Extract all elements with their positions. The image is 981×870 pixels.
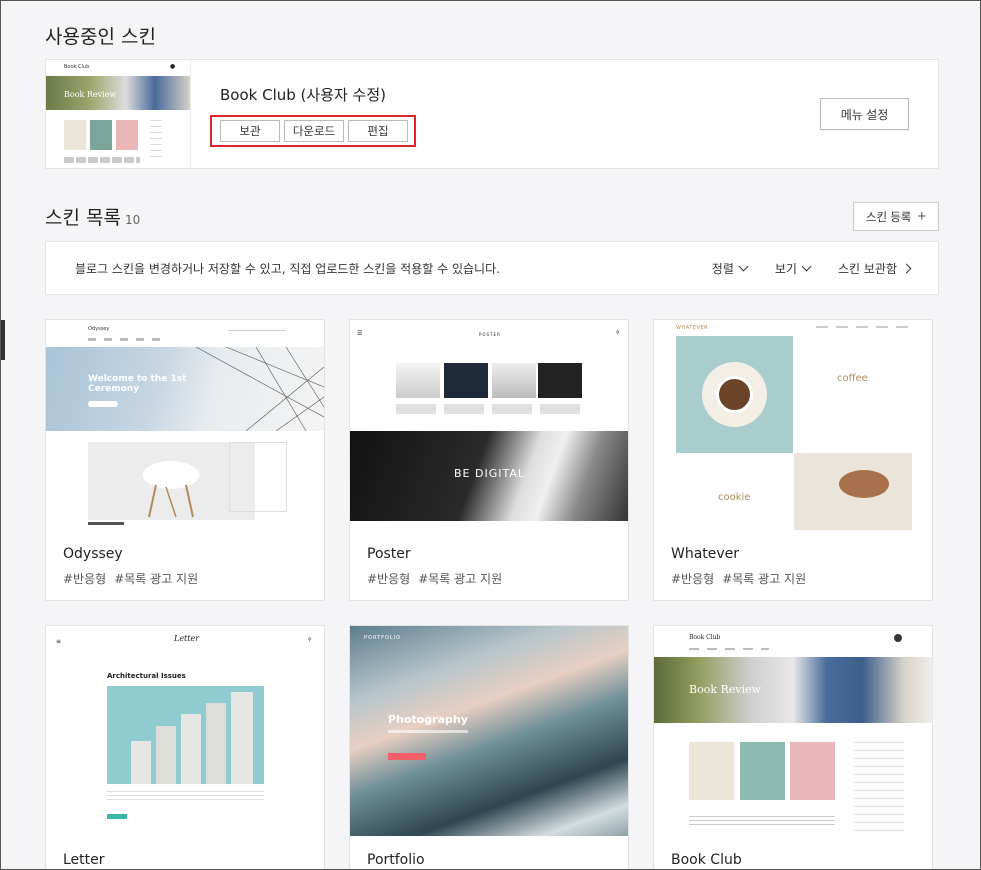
chevron-right-icon	[901, 263, 912, 273]
current-skin-thumbnail[interactable]: Book Club ● Book Review	[46, 60, 191, 168]
skin-thumbnail: ≡ Letter ⚲ Architectural Issues	[46, 626, 324, 836]
skin-thumbnail: WHATEVER coffee cookie	[654, 320, 932, 530]
thumb-architecture	[195, 347, 324, 431]
menu-icon: ≡	[56, 638, 62, 645]
skin-thumbnail: PORTFOLIO Photography	[350, 626, 628, 836]
skin-name: Poster	[367, 546, 411, 562]
view-dropdown[interactable]: 보기	[774, 260, 812, 277]
thumb-brand: WHATEVER	[676, 325, 709, 331]
skin-card-odyssey[interactable]: Odyssey Welcome to the 1st Ceremony Odys…	[45, 319, 325, 601]
view-label: 보기	[774, 261, 797, 276]
skin-count: 10	[124, 213, 141, 227]
thumb-word-coffee: coffee	[837, 373, 868, 384]
skin-name: Book Club	[671, 852, 742, 868]
thumb-chair	[143, 461, 199, 518]
thumb-brand: Letter	[174, 634, 200, 643]
skin-card-book-club[interactable]: Book Club Book Review Book Club	[653, 625, 933, 870]
search-icon: ⚲	[308, 637, 312, 643]
current-skin-actions: 보관 다운로드 편집	[210, 115, 416, 147]
register-skin-label: 스킨 등록	[865, 211, 912, 224]
thumb-banner: Book Review	[64, 90, 117, 99]
tag-responsive: #반응형	[671, 572, 715, 586]
skin-list-title: 스킨 목록	[45, 207, 121, 229]
tag-responsive: #반응형	[367, 572, 411, 586]
download-button[interactable]: 다운로드	[284, 120, 344, 142]
tag-ad-support: #목록 광고 지원	[418, 572, 503, 586]
edit-button[interactable]: 편집	[348, 120, 408, 142]
skin-thumbnail: Odyssey Welcome to the 1st Ceremony	[46, 320, 324, 530]
current-skin-heading: 사용중인 스킨	[45, 26, 156, 48]
thumb-banner: Book Review	[689, 683, 761, 696]
tag-responsive: #반응형	[63, 572, 107, 586]
current-skin-card: Book Club ● Book Review Book Club (사용자 수…	[45, 59, 939, 169]
skin-card-portfolio[interactable]: PORTFOLIO Photography Portfolio	[349, 625, 629, 870]
skin-name: Whatever	[671, 546, 740, 562]
plus-icon: +	[917, 208, 927, 225]
skin-storage-link[interactable]: 스킨 보관함	[837, 260, 912, 277]
thumb-brand: POSTER	[479, 332, 501, 337]
thumb-brand: Book Club	[64, 64, 90, 70]
storage-label: 스킨 보관함	[837, 261, 897, 276]
thumb-search-icon: ●	[170, 63, 176, 70]
skin-tags: #반응형 #목록 광고 지원	[367, 570, 502, 587]
skin-card-letter[interactable]: ≡ Letter ⚲ Architectural Issues Letter	[45, 625, 325, 870]
skin-name: Odyssey	[63, 546, 123, 562]
skin-name: Portfolio	[367, 852, 425, 868]
skin-card-whatever[interactable]: WHATEVER coffee cookie Whatever #반응형 #목록…	[653, 319, 933, 601]
register-skin-button[interactable]: 스킨 등록 +	[853, 202, 939, 231]
sort-dropdown[interactable]: 정렬	[711, 260, 749, 277]
thumb-hero: BE DIGITAL	[454, 467, 525, 480]
skin-thumbnail: ☰ POSTER ⚲ BE DIGITAL	[350, 320, 628, 530]
menu-icon: ☰	[357, 330, 363, 337]
search-icon: ⚲	[616, 330, 620, 336]
thumb-brand: Odyssey	[88, 326, 110, 332]
thumb-brand: PORTFOLIO	[364, 635, 402, 641]
skin-info-text: 블로그 스킨을 변경하거나 저장할 수 있고, 직접 업로드한 스킨을 적용할 …	[75, 261, 500, 276]
sort-label: 정렬	[711, 261, 734, 276]
current-skin-name: Book Club (사용자 수정)	[220, 86, 387, 104]
thumb-brand: Book Club	[689, 634, 721, 641]
thumb-heading: Architectural Issues	[107, 672, 186, 680]
skin-list-heading: 스킨 목록 10	[45, 203, 140, 230]
tag-ad-support: #목록 광고 지원	[114, 572, 199, 586]
skin-list-toolbar: 블로그 스킨을 변경하거나 저장할 수 있고, 직접 업로드한 스킨을 적용할 …	[45, 241, 939, 295]
tag-ad-support: #목록 광고 지원	[722, 572, 807, 586]
skin-tags: #반응형 #목록 광고 지원	[63, 570, 198, 587]
left-edge-strip	[0, 320, 5, 360]
chevron-down-icon	[801, 261, 812, 271]
thumb-hero: Welcome to the 1st Ceremony	[88, 374, 187, 394]
skin-thumbnail: Book Club Book Review	[654, 626, 932, 836]
thumb-hero: Photography	[388, 713, 468, 726]
menu-settings-button[interactable]: 메뉴 설정	[820, 98, 909, 130]
skin-tags: #반응형 #목록 광고 지원	[671, 570, 806, 587]
skin-card-poster[interactable]: ☰ POSTER ⚲ BE DIGITAL Poster #반응형 #목록 광고…	[349, 319, 629, 601]
archive-button[interactable]: 보관	[220, 120, 280, 142]
thumb-word-cookie: cookie	[718, 492, 751, 503]
skin-name: Letter	[63, 852, 105, 868]
chevron-down-icon	[738, 261, 749, 271]
